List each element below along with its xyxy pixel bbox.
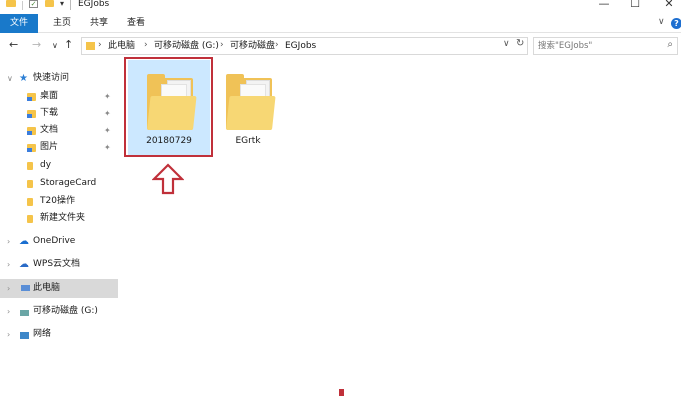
sidebar-item-onedrive[interactable]: › ☁ OneDrive xyxy=(0,233,118,250)
crumb-separator[interactable]: › xyxy=(98,39,102,52)
sidebar-item-t20[interactable]: T20操作 xyxy=(0,193,118,210)
sidebar-item-label: StorageCard xyxy=(40,178,97,188)
crumb-separator[interactable]: › xyxy=(144,39,148,52)
crumb-separator[interactable]: › xyxy=(220,39,224,52)
sidebar-item-label: 下载 xyxy=(40,108,59,118)
up-arrow-icon xyxy=(152,163,184,195)
tab-home[interactable]: 主页 xyxy=(53,14,71,33)
navigation-pane: ∨ ★ 快速访问 桌面 ✦ 下载 ✦ 文档 ✦ 图片 ✦ dy StorageC… xyxy=(0,60,118,360)
pin-icon[interactable]: ✦ xyxy=(104,139,111,156)
highlight-frame xyxy=(124,57,213,157)
title-bar: ✓ ▾ EGJobs — ☐ ✕ xyxy=(0,0,681,14)
tab-share[interactable]: 共享 xyxy=(90,14,108,33)
downloads-icon xyxy=(27,110,36,118)
sidebar-item-downloads[interactable]: 下载 ✦ xyxy=(0,105,118,122)
sidebar-item-network[interactable]: › 网络 xyxy=(0,326,118,343)
crumb-separator[interactable]: › xyxy=(275,39,279,52)
folder-name: EGrtk xyxy=(235,136,261,146)
documents-icon xyxy=(27,127,36,135)
tab-file[interactable]: 文件 xyxy=(0,14,38,33)
this-pc-icon xyxy=(21,285,30,291)
search-icon[interactable]: ⌕ xyxy=(667,39,673,50)
back-button[interactable]: ← xyxy=(9,38,18,52)
toolbar-divider xyxy=(22,1,23,10)
chevron-right-icon[interactable]: › xyxy=(7,256,10,273)
chevron-right-icon[interactable]: › xyxy=(7,279,10,298)
sidebar-item-label: 此电脑 xyxy=(33,283,61,293)
new-folder-icon[interactable] xyxy=(45,0,54,7)
ribbon-expand-icon[interactable]: ∨ xyxy=(658,17,665,27)
folder-item-egrtk[interactable]: EGrtk xyxy=(207,60,289,156)
chevron-right-icon[interactable]: › xyxy=(7,233,10,250)
sidebar-item-label: WPS云文档 xyxy=(33,259,81,269)
pin-icon[interactable]: ✦ xyxy=(104,122,111,139)
onedrive-icon: ☁ xyxy=(19,236,29,247)
sidebar-item-label: 快速访问 xyxy=(33,73,70,83)
sidebar-item-dy[interactable]: dy xyxy=(0,157,118,174)
pictures-icon xyxy=(27,144,36,152)
refresh-icon[interactable]: ↻ xyxy=(516,38,524,49)
sidebar-item-label: 桌面 xyxy=(40,91,59,101)
sidebar-item-label: T20操作 xyxy=(40,196,75,206)
annotation-mark xyxy=(339,389,344,396)
breadcrumb-this-pc[interactable]: 此电脑 xyxy=(108,40,135,53)
maximize-button[interactable]: ☐ xyxy=(625,0,645,11)
address-row: ← → ∨ ↑ › 此电脑 › 可移动磁盘 (G:) › 可移动磁盘 › EGJ… xyxy=(0,35,681,57)
minimize-button[interactable]: — xyxy=(594,0,614,11)
star-icon: ★ xyxy=(19,73,28,84)
search-input[interactable]: 搜索"EGJobs" ⌕ xyxy=(533,37,678,55)
breadcrumb-removable-disk[interactable]: 可移动磁盘 xyxy=(230,40,275,53)
chevron-down-icon[interactable]: ∨ xyxy=(7,70,13,87)
sidebar-item-label: 可移动磁盘 (G:) xyxy=(33,306,98,316)
ribbon-tabs: 文件 主页 共享 查看 ∨ ? xyxy=(0,14,681,33)
removable-drive-icon xyxy=(20,310,29,316)
breadcrumb-removable-drive[interactable]: 可移动磁盘 (G:) xyxy=(154,40,219,53)
folder-icon xyxy=(226,74,276,130)
sidebar-item-label: 网络 xyxy=(33,329,52,339)
quick-access-dropdown-icon[interactable]: ▾ xyxy=(60,0,64,8)
pin-icon[interactable]: ✦ xyxy=(104,88,111,105)
sidebar-item-desktop[interactable]: 桌面 ✦ xyxy=(0,88,118,105)
desktop-icon xyxy=(27,93,36,101)
sidebar-item-documents[interactable]: 文档 ✦ xyxy=(0,122,118,139)
wps-cloud-icon: ☁ xyxy=(19,259,29,270)
tab-view[interactable]: 查看 xyxy=(127,14,145,33)
sidebar-item-label: 文档 xyxy=(40,125,59,135)
help-icon[interactable]: ? xyxy=(671,18,681,29)
sidebar-item-label: 图片 xyxy=(40,142,59,152)
folder-icon xyxy=(6,0,16,7)
properties-check-icon[interactable]: ✓ xyxy=(29,0,38,8)
chevron-right-icon[interactable]: › xyxy=(7,326,10,343)
folder-icon xyxy=(86,42,95,50)
sidebar-item-label: OneDrive xyxy=(33,236,76,246)
sidebar-item-pictures[interactable]: 图片 ✦ xyxy=(0,139,118,156)
close-button[interactable]: ✕ xyxy=(659,0,679,11)
chevron-right-icon[interactable]: › xyxy=(7,303,10,320)
window-title: EGJobs xyxy=(78,0,110,9)
folder-icon xyxy=(27,162,33,170)
network-icon xyxy=(20,332,29,339)
sidebar-item-label: dy xyxy=(40,160,52,170)
title-divider xyxy=(70,0,71,10)
pin-icon[interactable]: ✦ xyxy=(104,105,111,122)
sidebar-item-new-folder[interactable]: 新建文件夹 xyxy=(0,210,118,227)
recent-locations-button[interactable]: ∨ xyxy=(52,39,58,53)
address-bar[interactable]: › 此电脑 › 可移动磁盘 (G:) › 可移动磁盘 › EGJobs ∨ ↻ xyxy=(81,37,528,55)
address-dropdown-icon[interactable]: ∨ xyxy=(503,39,510,49)
sidebar-item-wps-cloud[interactable]: › ☁ WPS云文档 xyxy=(0,256,118,273)
sidebar-item-label: 新建文件夹 xyxy=(40,213,86,223)
sidebar-item-removable-drive[interactable]: › 可移动磁盘 (G:) xyxy=(0,303,118,320)
folder-icon xyxy=(27,180,33,188)
sidebar-item-quick-access[interactable]: ∨ ★ 快速访问 xyxy=(0,70,118,87)
forward-button[interactable]: → xyxy=(32,38,41,52)
folder-icon xyxy=(27,215,33,223)
breadcrumb-egjobs[interactable]: EGJobs xyxy=(285,40,316,53)
up-button[interactable]: ↑ xyxy=(64,38,73,52)
folder-icon xyxy=(27,198,33,206)
sidebar-item-this-pc[interactable]: › 此电脑 xyxy=(0,279,118,298)
search-placeholder: 搜索"EGJobs" xyxy=(538,41,593,51)
sidebar-item-storagecard[interactable]: StorageCard xyxy=(0,175,118,192)
